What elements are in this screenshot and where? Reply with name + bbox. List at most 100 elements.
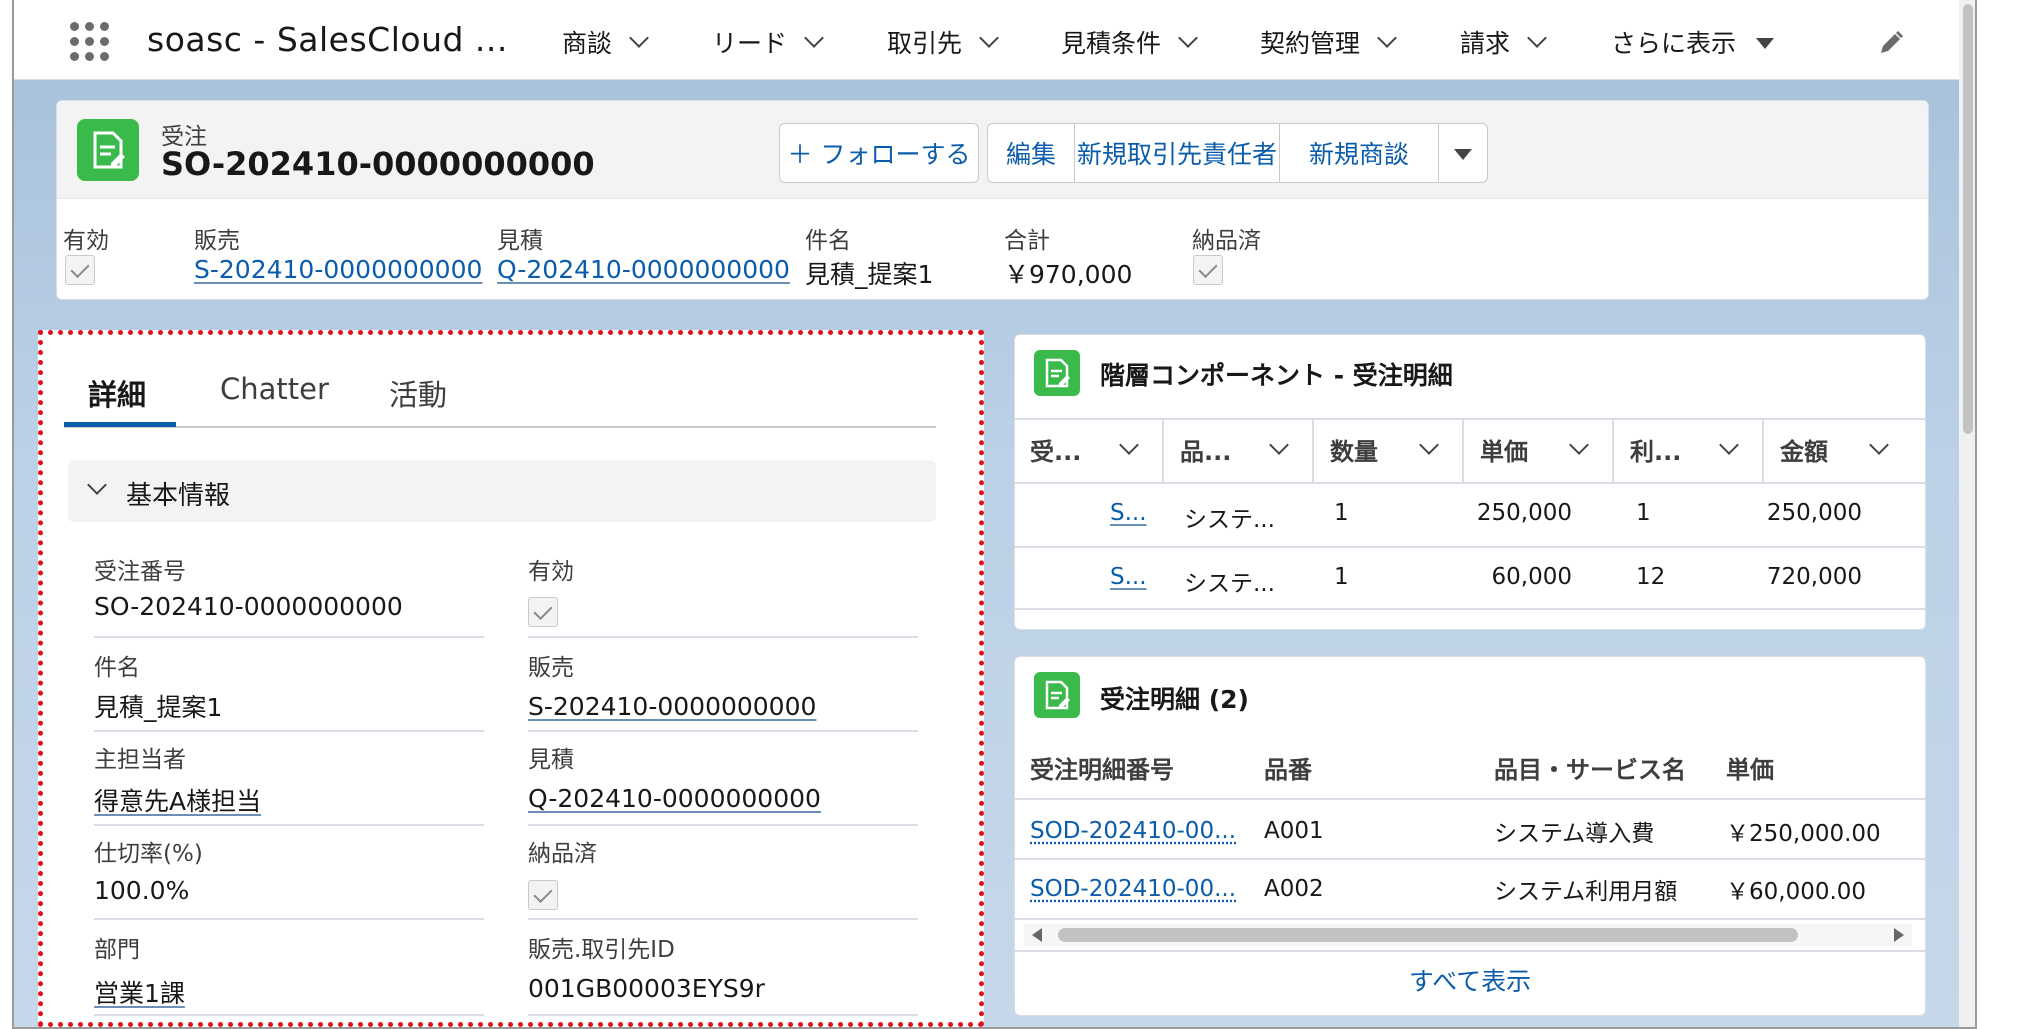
column-header: 単価 <box>1726 756 1774 784</box>
new-contact-button[interactable]: 新規取引先責任者 <box>1074 123 1280 183</box>
column-divider <box>1162 418 1164 482</box>
table-divider <box>1014 950 1926 952</box>
nav-more-menu[interactable]: さらに表示 <box>1611 24 1775 60</box>
app-name: soasc - SalesCloud ... <box>147 20 508 59</box>
field-value-subject: 見積_提案1 <box>94 693 223 722</box>
column-header[interactable]: 利... <box>1630 432 1681 467</box>
nav-item-quote-terms[interactable]: 見積条件 <box>1061 24 1198 60</box>
field-label-sales: 販売 <box>528 655 574 681</box>
horizontal-scrollbar[interactable] <box>1024 924 1912 946</box>
column-header: 受注明細番号 <box>1030 756 1174 784</box>
nav-item-label: 見積条件 <box>1061 29 1162 58</box>
column-header[interactable]: 数量 <box>1330 432 1378 467</box>
chevron-down-icon[interactable] <box>1178 28 1198 48</box>
scrollbar-thumb[interactable] <box>1058 928 1798 942</box>
chevron-down-icon[interactable] <box>1527 28 1547 48</box>
follow-button[interactable]: ＋ フォローする <box>779 123 979 183</box>
edit-button[interactable]: 編集 <box>987 123 1075 183</box>
field-value-sales-link[interactable]: S-202410-0000000000 <box>528 692 816 721</box>
nav-item-leads[interactable]: リード <box>712 24 824 60</box>
more-actions-button[interactable] <box>1438 123 1488 183</box>
highlight-label-quote: 見積 <box>497 228 543 254</box>
field-label-active: 有効 <box>528 559 574 585</box>
field-value-account-id: 001GB00003EYS9r <box>528 974 765 1003</box>
chevron-down-icon[interactable] <box>979 28 999 48</box>
scroll-right-icon[interactable] <box>1894 928 1904 942</box>
highlight-total-value: ￥970,000 <box>1004 260 1133 289</box>
hierarchy-cell: 60,000 <box>1491 564 1572 590</box>
column-header: 品目・サービス名 <box>1494 756 1686 784</box>
hierarchy-cell-link[interactable]: S... <box>1110 500 1147 526</box>
section-title: 基本情報 <box>126 481 231 511</box>
nav-item-opportunities[interactable]: 商談 <box>562 24 649 60</box>
table-divider <box>1014 482 1926 484</box>
column-header[interactable]: 受... <box>1030 432 1081 467</box>
order-line-link[interactable]: SOD-202410-00... <box>1030 876 1236 902</box>
app-window: soasc - SalesCloud ... 商談 リード 取引先 見積条件 契… <box>12 0 1977 1029</box>
field-value-department-link[interactable]: 営業1課 <box>94 974 185 1010</box>
order-lines-title[interactable]: 受注明細 (2) <box>1100 680 1249 716</box>
highlight-quote-link[interactable]: Q-202410-0000000000 <box>497 255 790 284</box>
order-line-link[interactable]: SOD-202410-00... <box>1030 818 1236 844</box>
column-header: 品番 <box>1264 756 1312 784</box>
order-line-cell: A002 <box>1264 876 1324 902</box>
field-divider <box>528 918 918 920</box>
field-label-order-number: 受注番号 <box>94 559 186 585</box>
field-divider <box>528 636 918 638</box>
hierarchy-cell: 250,000 <box>1476 500 1572 526</box>
column-header[interactable]: 単価 <box>1480 432 1528 467</box>
record-header-top: 受注 SO-202410-0000000000 ＋ フォローする 編集 新規取引… <box>57 101 1928 199</box>
field-label-rate: 仕切率(%) <box>94 841 203 867</box>
highlight-sales-link[interactable]: S-202410-0000000000 <box>194 255 482 284</box>
hierarchy-cell: システ... <box>1184 571 1275 597</box>
nav-item-label: 取引先 <box>887 29 963 58</box>
field-divider <box>94 636 484 638</box>
nav-item-label: 契約管理 <box>1260 29 1361 58</box>
column-header[interactable]: 品... <box>1180 432 1231 467</box>
field-label-department: 部門 <box>94 937 140 963</box>
tab-details[interactable]: 詳細 <box>88 372 146 414</box>
scroll-left-icon[interactable] <box>1032 928 1042 942</box>
nav-item-billing[interactable]: 請求 <box>1460 24 1547 60</box>
section-basic-info[interactable]: 基本情報 <box>68 460 936 522</box>
app-launcher-icon[interactable] <box>70 22 110 62</box>
order-line-cell: システム利用月額 <box>1494 879 1678 905</box>
order-line-cell: A001 <box>1264 818 1324 844</box>
field-value-rate: 100.0% <box>94 876 190 905</box>
field-value-order-number: SO-202410-0000000000 <box>94 592 403 621</box>
chevron-down-icon[interactable] <box>629 28 649 48</box>
field-active-checkbox <box>528 597 558 627</box>
order-line-object-icon <box>1034 672 1080 718</box>
column-header[interactable]: 金額 <box>1780 432 1828 467</box>
field-label-delivered: 納品済 <box>528 841 597 867</box>
tab-chatter[interactable]: Chatter <box>220 372 329 406</box>
field-value-owner-link[interactable]: 得意先A様担当 <box>94 782 261 818</box>
order-line-cell: システム導入費 <box>1494 821 1655 847</box>
new-opportunity-button[interactable]: 新規商談 <box>1279 123 1439 183</box>
chevron-down-icon[interactable] <box>804 28 824 48</box>
hierarchy-cell-link[interactable]: S... <box>1110 564 1147 590</box>
pencil-icon[interactable] <box>1878 30 1904 56</box>
table-divider <box>1014 858 1926 860</box>
caret-down-icon[interactable] <box>1756 37 1775 49</box>
column-divider <box>1612 418 1614 482</box>
nav-item-label: 商談 <box>562 29 613 58</box>
field-value-quote-link[interactable]: Q-202410-0000000000 <box>528 784 821 813</box>
chevron-down-icon[interactable] <box>1377 28 1397 48</box>
highlight-subject-value: 見積_提案1 <box>805 260 934 289</box>
nav-item-accounts[interactable]: 取引先 <box>887 24 999 60</box>
tab-divider <box>64 426 936 428</box>
highlight-active-checkbox <box>65 255 95 285</box>
hierarchy-cell: 720,000 <box>1766 564 1862 590</box>
tab-activity[interactable]: 活動 <box>389 372 447 414</box>
column-divider <box>1762 418 1764 482</box>
table-divider <box>1014 918 1926 920</box>
vertical-scrollbar[interactable] <box>1959 0 1975 1027</box>
field-label-quote: 見積 <box>528 747 574 773</box>
view-all-link[interactable]: すべて表示 <box>1014 962 1926 998</box>
highlight-label-sales: 販売 <box>194 228 240 254</box>
column-divider <box>1462 418 1464 482</box>
nav-item-contracts[interactable]: 契約管理 <box>1260 24 1397 60</box>
order-line-object-icon <box>1034 350 1080 396</box>
scrollbar-thumb[interactable] <box>1963 4 1973 434</box>
